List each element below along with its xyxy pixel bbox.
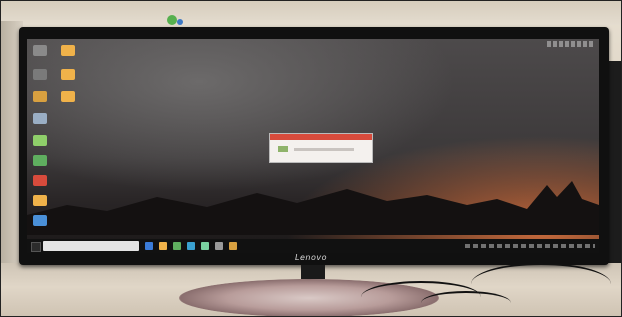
taskbar xyxy=(27,239,599,253)
desktop-icon-folder-3[interactable] xyxy=(61,91,75,102)
desktop-icon-5[interactable] xyxy=(33,135,47,146)
desktop-icon-2[interactable] xyxy=(33,69,47,80)
desktop-icon-1[interactable] xyxy=(33,45,47,56)
desktop-icon-7[interactable] xyxy=(33,175,47,186)
monitor-screen xyxy=(27,39,599,253)
start-button[interactable] xyxy=(31,242,41,252)
shelf-item-green xyxy=(167,15,177,25)
desktop-icon-6[interactable] xyxy=(33,155,47,166)
cable xyxy=(421,291,511,315)
shelf xyxy=(1,1,621,25)
dialog-text-line xyxy=(294,148,354,151)
taskbar-search-box[interactable] xyxy=(43,241,139,251)
monitor-stand-neck xyxy=(301,265,325,279)
desktop-icon-8[interactable] xyxy=(33,195,47,206)
desktop-icon-3[interactable] xyxy=(33,91,47,102)
taskbar-icon-7[interactable] xyxy=(229,242,237,250)
monitor-brand-logo: Lenovo xyxy=(295,253,327,262)
taskbar-icon-2[interactable] xyxy=(159,242,167,250)
mountain-silhouette xyxy=(27,181,599,235)
desktop-icon-folder-1[interactable] xyxy=(61,45,75,56)
shelf-item-blue xyxy=(177,19,183,25)
taskbar-icon-4[interactable] xyxy=(187,242,195,250)
dialog-info-icon xyxy=(278,146,288,152)
taskbar-icon-1[interactable] xyxy=(145,242,153,250)
system-tray[interactable] xyxy=(465,244,595,248)
desktop-icon-9[interactable] xyxy=(33,215,47,226)
screen-top-right-text xyxy=(547,41,593,47)
taskbar-icon-3[interactable] xyxy=(173,242,181,250)
desktop-icon-4[interactable] xyxy=(33,113,47,124)
message-dialog[interactable] xyxy=(269,133,373,163)
desktop-icon-folder-2[interactable] xyxy=(61,69,75,80)
taskbar-icon-6[interactable] xyxy=(215,242,223,250)
taskbar-icon-5[interactable] xyxy=(201,242,209,250)
dialog-title-bar xyxy=(270,134,372,140)
photo-frame: Lenovo xyxy=(0,0,622,317)
